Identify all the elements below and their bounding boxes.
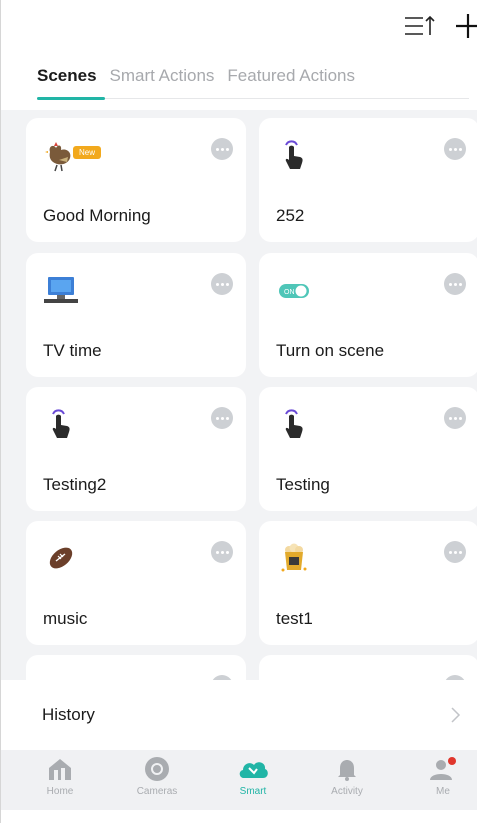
switch-on-icon: ON xyxy=(279,284,309,298)
scene-name: Testing xyxy=(276,475,330,494)
scene-card-252[interactable]: 252 xyxy=(259,118,477,242)
svg-text:ON: ON xyxy=(284,289,295,296)
more-options-button[interactable] xyxy=(211,407,233,429)
nav-home[interactable]: Home xyxy=(25,756,95,808)
popcorn-icon xyxy=(281,543,307,572)
bottom-spacer xyxy=(1,810,477,823)
active-tab-indicator xyxy=(37,97,105,100)
scene-card-partial[interactable] xyxy=(26,655,246,680)
scene-name: Turn on scene xyxy=(276,341,385,360)
scene-grid: New Good Morning 252 TV time ON Turn on … xyxy=(26,118,477,680)
more-options-button[interactable] xyxy=(444,273,466,295)
more-options-button[interactable] xyxy=(444,407,466,429)
tab-smart-actions[interactable]: Smart Actions xyxy=(110,66,215,86)
notification-dot xyxy=(448,757,456,765)
person-icon xyxy=(430,757,456,780)
scene-name: Testing2 xyxy=(43,475,107,494)
scene-card-turn-on-scene[interactable]: ON Turn on scene xyxy=(259,253,477,377)
tap-icon xyxy=(285,140,303,169)
more-options-button[interactable] xyxy=(211,138,233,160)
scene-card-test1[interactable]: test1 xyxy=(259,521,477,645)
nav-smart[interactable]: Smart xyxy=(218,756,288,808)
new-badge: New xyxy=(73,146,102,159)
add-icon[interactable] xyxy=(454,12,477,40)
tab-divider xyxy=(105,98,469,99)
scene-card-partial[interactable] xyxy=(259,655,477,680)
scene-card-testing[interactable]: Testing xyxy=(259,387,477,511)
tap-icon xyxy=(285,409,303,438)
tab-bar: Scenes Smart Actions Featured Actions xyxy=(37,66,355,86)
app-screen: Scenes Smart Actions Featured Actions Ne… xyxy=(0,0,477,823)
tv-icon xyxy=(44,277,78,303)
smart-icon xyxy=(239,762,268,778)
history-row[interactable]: History xyxy=(1,680,477,750)
more-options-button[interactable] xyxy=(211,541,233,563)
history-label: History xyxy=(42,705,95,724)
nav-label: Smart xyxy=(239,786,267,797)
more-options-button[interactable] xyxy=(444,541,466,563)
nav-activity[interactable]: Activity xyxy=(312,756,382,808)
bell-icon xyxy=(338,760,356,781)
home-icon xyxy=(49,759,71,780)
scene-name: test1 xyxy=(276,609,313,628)
top-bar: Scenes Smart Actions Featured Actions xyxy=(1,0,477,110)
football-icon xyxy=(49,547,73,569)
chevron-right-icon xyxy=(451,707,461,723)
sort-icon[interactable] xyxy=(403,14,437,40)
tap-icon xyxy=(52,409,70,438)
nav-label: Home xyxy=(46,786,74,797)
scene-card-testing2[interactable]: Testing2 xyxy=(26,387,246,511)
more-options-button[interactable] xyxy=(444,138,466,160)
scene-name: Good Morning xyxy=(43,206,151,225)
scene-card-music[interactable]: music xyxy=(26,521,246,645)
camera-icon xyxy=(145,757,169,781)
tab-scenes[interactable]: Scenes xyxy=(37,66,97,86)
nav-label: Activity xyxy=(331,786,363,797)
scene-name: 252 xyxy=(276,206,305,225)
nav-label: Cameras xyxy=(136,786,178,797)
nav-label: Me xyxy=(436,786,450,797)
nav-me[interactable]: Me xyxy=(408,756,477,808)
bottom-nav: Home Cameras Smart Activity Me xyxy=(1,750,477,810)
nav-cameras[interactable]: Cameras xyxy=(122,756,192,808)
scene-card-good-morning[interactable]: New Good Morning xyxy=(26,118,246,242)
scene-name: music xyxy=(43,609,88,628)
more-options-button[interactable] xyxy=(211,273,233,295)
tab-featured-actions[interactable]: Featured Actions xyxy=(227,66,355,86)
scene-name: TV time xyxy=(43,341,102,360)
scene-card-tv-time[interactable]: TV time xyxy=(26,253,246,377)
